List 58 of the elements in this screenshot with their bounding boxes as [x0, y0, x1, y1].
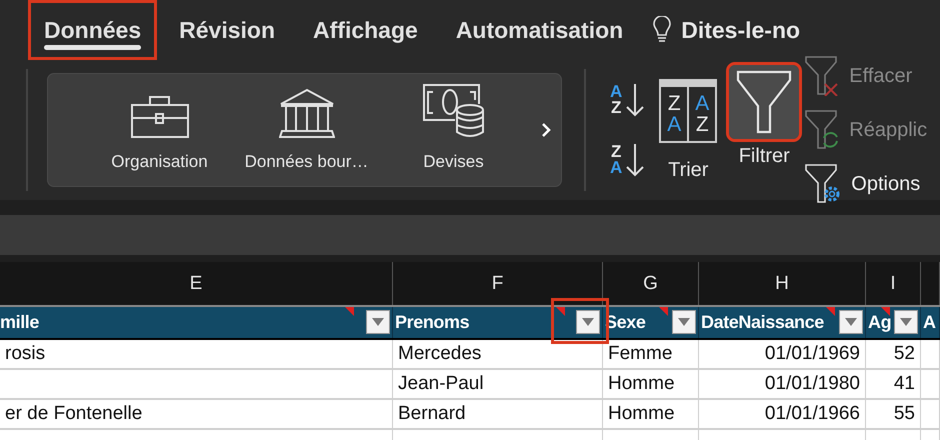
table-cell: 41: [866, 370, 921, 400]
column-header[interactable]: E: [0, 262, 393, 305]
filter-clear-icon: [805, 56, 840, 96]
data-type-button[interactable]: Organisation: [86, 95, 233, 186]
header-label: Ag: [868, 312, 892, 333]
table-cell: Homme: [603, 400, 699, 430]
tell-me-field[interactable]: Dites-le-no: [681, 16, 800, 44]
filter-settings-icon: [805, 164, 842, 204]
filter-action-button[interactable]: Options: [805, 164, 928, 204]
caret-icon: [372, 318, 384, 326]
chevron-right-icon[interactable]: [541, 122, 551, 138]
table-cell: Femme: [603, 340, 699, 370]
funnel-icon: [736, 70, 792, 134]
table-cell: [921, 370, 940, 400]
table-cell: 01/01/1966: [699, 400, 866, 430]
filter-dropdown-button[interactable]: [576, 310, 600, 334]
filter-refresh-icon: [805, 110, 840, 150]
data-type-button[interactable]: Données bour…: [233, 87, 380, 186]
lightbulb-icon: [653, 16, 672, 44]
caret-icon: [845, 318, 857, 326]
filter-dropdown-button[interactable]: [366, 310, 390, 334]
table-cell: 52: [866, 340, 921, 370]
table-cell: rosis: [0, 340, 393, 370]
ribbon-tab[interactable]: Données: [28, 0, 158, 60]
column-header[interactable]: F: [393, 262, 603, 305]
briefcase-icon: [130, 96, 188, 138]
header-label: A: [923, 312, 936, 333]
bank-icon: [278, 88, 334, 138]
data-type-button[interactable]: Devises: [380, 83, 527, 186]
header-label: DateNaissance: [701, 312, 824, 333]
filter-dropdown-button[interactable]: [894, 310, 918, 334]
table-cell: Bernard: [393, 400, 603, 430]
header-label: Prenoms: [395, 312, 470, 333]
banknote-coins-icon: [422, 84, 484, 138]
table-cell: [921, 400, 940, 430]
filter-dropdown-button[interactable]: [839, 310, 863, 334]
table-cell: er de Fontenelle: [0, 400, 393, 430]
table-cell: 01/01/1969: [699, 340, 866, 370]
ribbon-tab[interactable]: Révision: [163, 0, 292, 60]
sort-descending-button[interactable]: Z A: [610, 142, 646, 178]
table-cell: 01/01/1980: [699, 370, 866, 400]
header-label: mille: [0, 312, 40, 333]
table-cell: 55: [866, 400, 921, 430]
column-header[interactable]: H: [699, 262, 866, 305]
table-cell: Homme: [603, 370, 699, 400]
filter-dropdown-button[interactable]: [672, 310, 696, 334]
column-header[interactable]: G: [603, 262, 699, 305]
caret-icon: [900, 318, 912, 326]
column-header[interactable]: [921, 262, 940, 305]
sort-ascending-button[interactable]: A Z: [610, 82, 646, 118]
caret-icon: [678, 318, 690, 326]
column-header[interactable]: I: [866, 262, 921, 305]
ribbon-tab[interactable]: Automatisation: [440, 0, 640, 60]
table-cell: [921, 340, 940, 370]
table-cell: Mercedes: [393, 340, 603, 370]
ribbon-tab[interactable]: Affichage: [297, 0, 434, 60]
caret-icon: [582, 318, 594, 326]
table-cell: Jean-Paul: [393, 370, 603, 400]
